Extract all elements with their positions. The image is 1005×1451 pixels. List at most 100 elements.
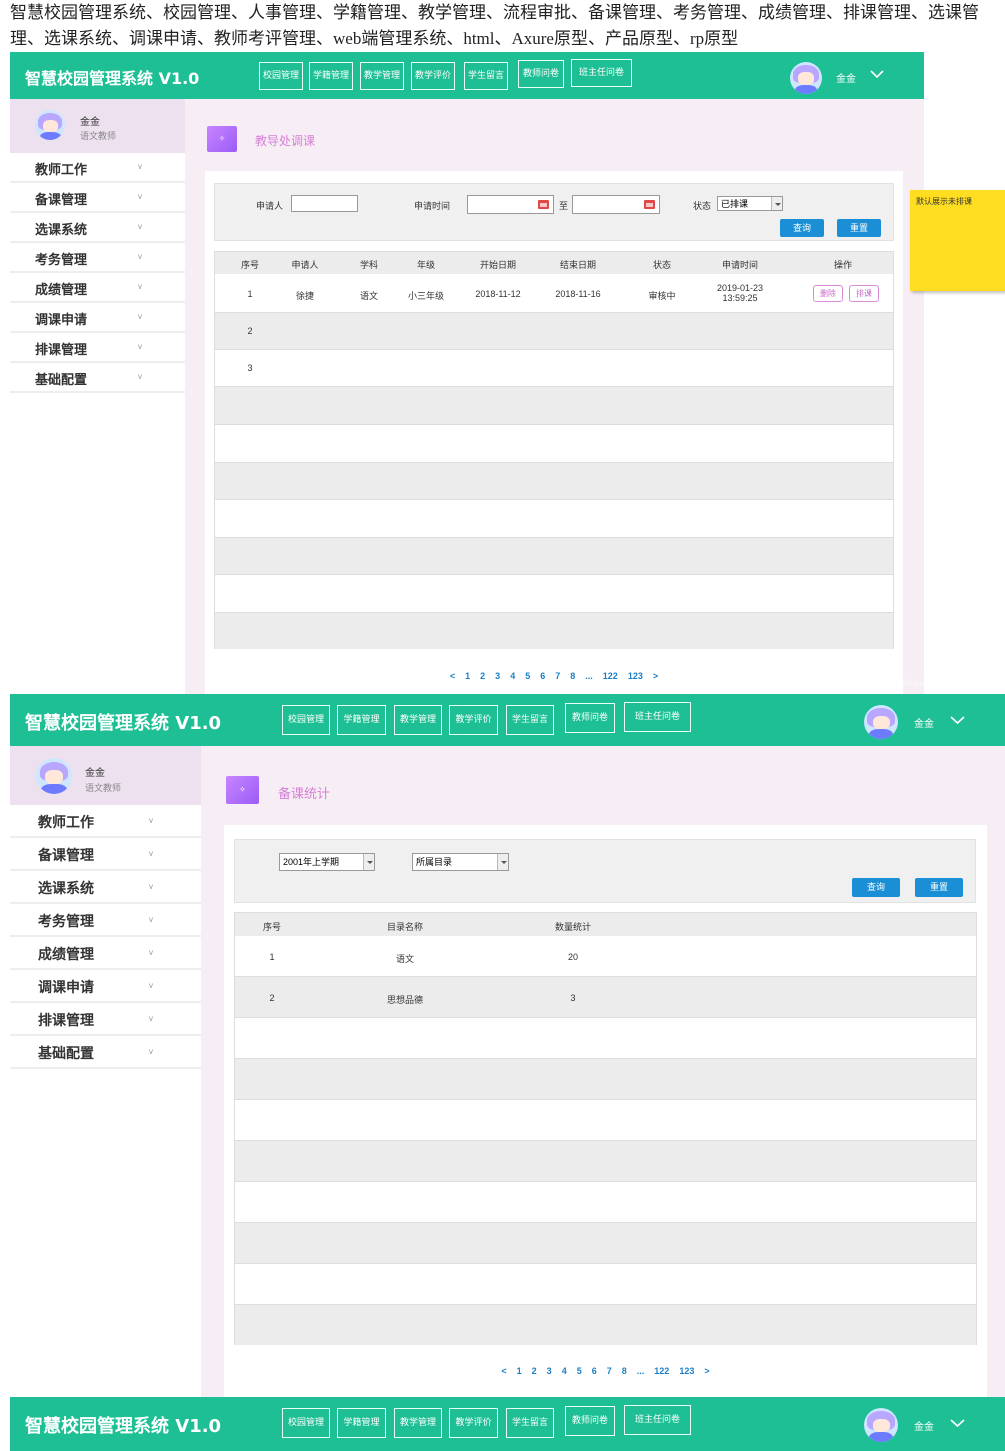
sidebar-item-base-config[interactable]: 基础配置 v — [10, 363, 185, 393]
status-select[interactable]: 已排课 — [717, 196, 783, 211]
nav-student-status[interactable]: 学籍管理 — [337, 705, 386, 735]
sidebar-item-exam-affairs[interactable]: 考务管理 v — [10, 904, 201, 937]
pagination: <1 2 3 4 5 6 7 8... 122 123 > — [205, 666, 903, 684]
nav-teacher-survey[interactable]: 教师问卷 — [518, 60, 564, 88]
nav-teaching[interactable]: 教学管理 — [394, 705, 442, 735]
nav-student-message[interactable]: 学生留言 — [464, 62, 508, 90]
end-date-input[interactable] — [572, 195, 660, 214]
sidebar-item-course-selection[interactable]: 选课系统 v — [10, 871, 201, 904]
query-button[interactable]: 查询 — [852, 878, 900, 897]
page-2[interactable]: 2 — [480, 671, 485, 681]
cell-status: 审核中 — [648, 291, 676, 301]
user-avatar-icon[interactable] — [790, 62, 822, 94]
page-1[interactable]: 1 — [465, 671, 470, 681]
page-7[interactable]: 7 — [555, 671, 560, 681]
schedule-button[interactable]: 排课 — [849, 285, 879, 302]
sidebar-item-teacher-work[interactable]: 教师工作 v — [10, 153, 185, 183]
sidebar-item-lesson-prep[interactable]: 备课管理 v — [10, 183, 185, 213]
nav-headteacher-survey[interactable]: 班主任问卷 — [624, 1405, 691, 1435]
page-3[interactable]: 3 — [495, 671, 500, 681]
user-avatar-icon[interactable] — [864, 705, 898, 739]
nav-campus[interactable]: 校园管理 — [282, 1408, 330, 1438]
page-6[interactable]: 6 — [540, 671, 545, 681]
menu-label: 排课管理 — [38, 1013, 94, 1029]
user-name[interactable]: 金金 — [914, 715, 934, 730]
nav-student-message[interactable]: 学生留言 — [506, 1408, 554, 1438]
cell-end-date: 2018-11-16 — [555, 289, 601, 299]
term-select-value: 2001年上学期 — [283, 857, 340, 867]
page-123[interactable]: 123 — [679, 1366, 694, 1376]
nav-headteacher-survey[interactable]: 班主任问卷 — [624, 702, 691, 732]
page-122[interactable]: 122 — [603, 671, 618, 681]
nav-teaching-eval[interactable]: 教学评价 — [411, 62, 455, 90]
sidebar-item-adjust-class[interactable]: 调课申请 v — [10, 970, 201, 1003]
chevron-down-icon[interactable] — [870, 66, 884, 84]
page-5[interactable]: 5 — [525, 671, 530, 681]
table-row: 2 — [215, 313, 893, 350]
page-prev[interactable]: < — [501, 1366, 506, 1376]
catalog-select-value: 所属目录 — [416, 857, 453, 867]
page-next[interactable]: > — [704, 1366, 709, 1376]
sidebar-item-base-config[interactable]: 基础配置 v — [10, 1036, 201, 1069]
nav-teaching-eval[interactable]: 教学评价 — [449, 705, 498, 735]
nav-teacher-survey[interactable]: 教师问卷 — [565, 703, 615, 733]
user-name[interactable]: 金金 — [836, 70, 856, 85]
query-button[interactable]: 查询 — [780, 219, 824, 237]
nav-campus[interactable]: 校园管理 — [259, 62, 303, 90]
reset-button[interactable]: 重置 — [915, 878, 963, 897]
page-5[interactable]: 5 — [577, 1366, 582, 1376]
user-name[interactable]: 金金 — [914, 1418, 934, 1433]
sidebar-item-grades[interactable]: 成绩管理 v — [10, 937, 201, 970]
page-1[interactable]: 1 — [517, 1366, 522, 1376]
term-select[interactable]: 2001年上学期 — [279, 853, 375, 871]
reset-button[interactable]: 重置 — [837, 219, 881, 237]
nav-teaching-eval[interactable]: 教学评价 — [449, 1408, 498, 1438]
chevron-down-icon[interactable] — [950, 1415, 965, 1433]
nav-teaching[interactable]: 教学管理 — [360, 62, 404, 90]
page-7[interactable]: 7 — [607, 1366, 612, 1376]
nav-teaching[interactable]: 教学管理 — [394, 1408, 442, 1438]
page-8[interactable]: 8 — [622, 1366, 627, 1376]
sidebar-item-teacher-work[interactable]: 教师工作 v — [10, 805, 201, 838]
nav-campus[interactable]: 校园管理 — [282, 705, 330, 735]
chevron-down-icon: v — [138, 252, 142, 261]
start-date-input[interactable] — [467, 195, 554, 214]
page-122[interactable]: 122 — [654, 1366, 669, 1376]
page-prev[interactable]: < — [450, 671, 455, 681]
chevron-down-icon[interactable] — [950, 712, 965, 730]
nav-teacher-survey[interactable]: 教师问卷 — [565, 1406, 615, 1436]
page-4[interactable]: 4 — [562, 1366, 567, 1376]
page-title: 备课统计 — [278, 786, 331, 801]
menu-label: 成绩管理 — [35, 283, 88, 298]
page-2[interactable]: 2 — [532, 1366, 537, 1376]
sidebar-item-scheduling[interactable]: 排课管理 v — [10, 1003, 201, 1036]
page-ellipsis: ... — [585, 671, 593, 681]
page-123[interactable]: 123 — [628, 671, 643, 681]
page-next[interactable]: > — [653, 671, 658, 681]
nav-headteacher-survey[interactable]: 班主任问卷 — [571, 59, 632, 87]
user-avatar-icon[interactable] — [864, 1408, 898, 1442]
calendar-icon[interactable] — [538, 200, 549, 209]
page-6[interactable]: 6 — [592, 1366, 597, 1376]
page-3[interactable]: 3 — [547, 1366, 552, 1376]
screenshot-adjust-class: 智慧校园管理系统 V1.0 校园管理 学籍管理 教学管理 教学评价 学生留言 教… — [10, 52, 924, 695]
table-header: 序号 目录名称 数量统计 — [235, 913, 976, 936]
sidebar-item-grades[interactable]: 成绩管理 v — [10, 273, 185, 303]
nav-student-status[interactable]: 学籍管理 — [309, 62, 353, 90]
sidebar-item-lesson-prep[interactable]: 备课管理 v — [10, 838, 201, 871]
page-4[interactable]: 4 — [510, 671, 515, 681]
sidebar-item-course-selection[interactable]: 选课系统 v — [10, 213, 185, 243]
applicant-input[interactable] — [291, 195, 358, 212]
sidebar-item-adjust-class[interactable]: 调课申请 v — [10, 303, 185, 333]
delete-button[interactable]: 删除 — [813, 285, 843, 302]
profile-name: 金金 — [85, 768, 105, 779]
nav-student-status[interactable]: 学籍管理 — [337, 1408, 386, 1438]
chevron-down-icon: v — [138, 222, 142, 231]
chevron-down-icon: v — [149, 915, 153, 924]
sidebar-item-scheduling[interactable]: 排课管理 v — [10, 333, 185, 363]
calendar-icon[interactable] — [644, 200, 655, 209]
page-8[interactable]: 8 — [570, 671, 575, 681]
sidebar-item-exam-affairs[interactable]: 考务管理 v — [10, 243, 185, 273]
nav-student-message[interactable]: 学生留言 — [506, 705, 554, 735]
catalog-select[interactable]: 所属目录 — [412, 853, 509, 871]
